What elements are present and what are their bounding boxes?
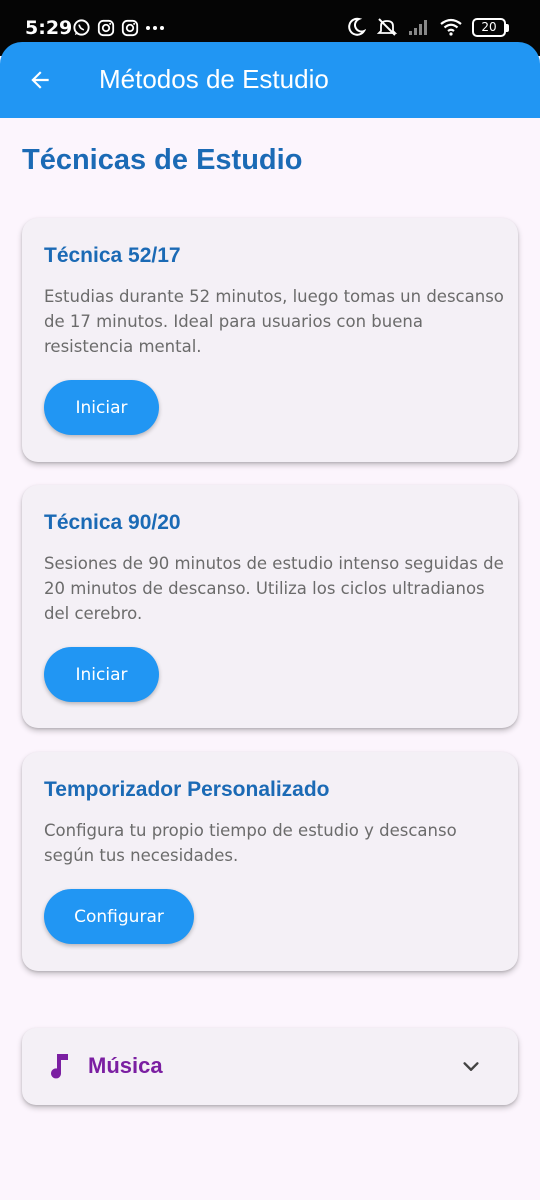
music-label: Música [88, 1053, 163, 1078]
status-time: 5:29 [25, 17, 73, 39]
technique-card-90-20: Técnica 90/20 Sesiones de 90 minutos de … [22, 485, 518, 728]
silent-icon [376, 18, 398, 36]
configure-button[interactable]: Configurar [44, 889, 194, 944]
instagram-icon [97, 19, 115, 36]
moon-icon [348, 17, 366, 36]
back-button[interactable] [22, 62, 58, 98]
music-expansion-tile[interactable]: Música [22, 1028, 518, 1105]
custom-timer-card: Temporizador Personalizado Configura tu … [22, 752, 518, 971]
card-description: Estudias durante 52 minutos, luego tomas… [44, 287, 504, 356]
card-description: Configura tu propio tiempo de estudio y … [44, 821, 457, 865]
notification-icons [72, 18, 165, 37]
app-bar: Métodos de Estudio [0, 42, 540, 118]
whatsapp-icon [73, 19, 90, 36]
section-title: Técnicas de Estudio [22, 144, 303, 176]
music-note-icon [51, 1054, 68, 1079]
card-title: Temporizador Personalizado [44, 778, 330, 801]
more-dots-icon [146, 25, 164, 30]
start-button[interactable]: Iniciar [44, 647, 159, 702]
signal-icon [409, 20, 427, 35]
wifi-icon [440, 18, 462, 36]
battery-icon: 20 [472, 17, 509, 37]
card-title: Técnica 52/17 [44, 244, 181, 267]
chevron-down-icon[interactable] [460, 1056, 482, 1078]
arrow-back-icon [31, 71, 49, 89]
system-icons: 20 [346, 17, 509, 37]
card-description: Sesiones de 90 minutos de estudio intens… [44, 554, 504, 623]
technique-card-52-17: Técnica 52/17 Estudias durante 52 minuto… [22, 218, 518, 462]
instagram-icon [121, 19, 139, 36]
start-button[interactable]: Iniciar [44, 380, 159, 435]
page-title: Métodos de Estudio [99, 64, 329, 94]
card-title: Técnica 90/20 [44, 511, 181, 534]
